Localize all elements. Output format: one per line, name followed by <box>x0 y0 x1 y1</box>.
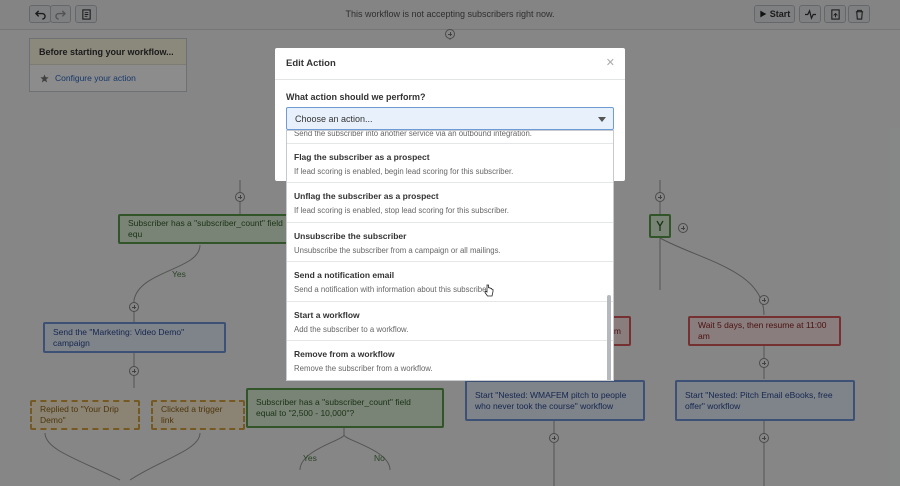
option-description: Add the subscriber to a workflow. <box>294 324 409 334</box>
modal-title: Edit Action <box>286 58 336 69</box>
action-dropdown-list: Send the subscriber into another service… <box>286 130 614 381</box>
action-option-unflag-prospect[interactable]: Unflag the subscriber as a prospect If l… <box>287 183 613 223</box>
option-title: Remove from a workflow <box>294 348 395 359</box>
option-description: Remove the subscriber from a workflow. <box>294 363 433 373</box>
option-title: Start a workflow <box>294 309 360 320</box>
option-description: If lead scoring is enabled, begin lead s… <box>294 167 514 176</box>
action-option-start-workflow[interactable]: Start a workflow Add the subscriber to a… <box>287 302 613 341</box>
action-select[interactable]: Choose an action... <box>286 107 614 130</box>
action-select-value: Choose an action... <box>295 114 373 124</box>
pointer-cursor-icon <box>484 284 494 297</box>
option-description: Unsubscribe the subscriber from a campai… <box>294 245 501 255</box>
option-title: Unsubscribe the subscriber <box>294 230 407 241</box>
action-option-unsubscribe[interactable]: Unsubscribe the subscriber Unsubscribe t… <box>287 223 613 263</box>
action-option-outbound-integration[interactable]: Send the subscriber into another service… <box>287 130 613 144</box>
option-description: If lead scoring is enabled, stop lead sc… <box>294 206 509 216</box>
close-icon[interactable]: ✕ <box>606 56 615 69</box>
dropdown-scrollbar[interactable] <box>607 295 611 380</box>
option-title: Send a notification email <box>294 270 395 281</box>
chevron-down-icon <box>598 117 606 122</box>
option-description: Send the subscriber into another service… <box>294 130 532 138</box>
action-option-flag-prospect[interactable]: Flag the subscriber as a prospect If lea… <box>287 144 613 184</box>
option-title: Flag the subscriber as a prospect <box>294 152 430 162</box>
action-question-label: What action should we perform? <box>286 92 426 102</box>
option-description: Send a notification with information abo… <box>294 285 491 295</box>
action-option-notification-email[interactable]: Send a notification email Send a notific… <box>287 262 613 302</box>
modal-header: Edit Action ✕ <box>275 48 625 80</box>
option-title: Unflag the subscriber as a prospect <box>294 191 439 202</box>
action-option-remove-workflow[interactable]: Remove from a workflow Remove the subscr… <box>287 341 613 380</box>
